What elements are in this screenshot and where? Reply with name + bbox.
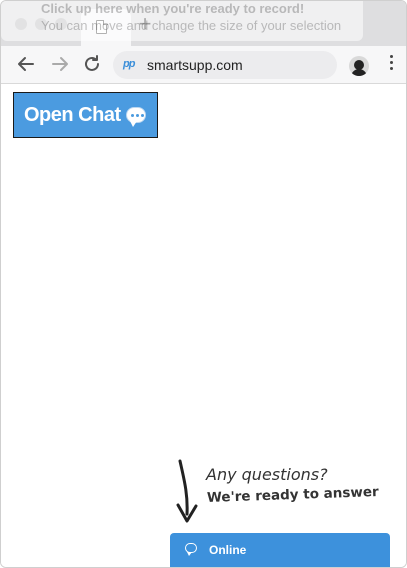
profile-avatar-icon[interactable]: [349, 56, 369, 76]
chat-status-label: Online: [209, 543, 247, 557]
site-favicon-icon: pp: [123, 58, 135, 70]
recorder-banner[interactable]: Click up here when you're ready to recor…: [1, 1, 363, 41]
address-toolbar: pp smartsupp.com: [1, 46, 406, 84]
open-chat-button[interactable]: Open Chat: [13, 92, 158, 138]
browser-window: + Click up here when you're ready to rec…: [0, 0, 407, 568]
speech-bubble-icon: [125, 107, 146, 127]
chat-bubble-icon: [185, 543, 197, 556]
url-text: smartsupp.com: [147, 57, 243, 73]
recorder-banner-subtitle: You can move and change the size of your…: [41, 18, 342, 33]
browser-menu-icon[interactable]: [385, 55, 397, 70]
page-content: Open Chat Any questions? We're ready to …: [1, 85, 406, 567]
recorder-banner-title: Click up here when you're ready to recor…: [41, 1, 305, 16]
curved-arrow-icon: [176, 459, 198, 523]
address-bar[interactable]: pp smartsupp.com: [113, 51, 337, 79]
forward-arrow-icon[interactable]: [49, 53, 71, 75]
back-arrow-icon[interactable]: [15, 53, 37, 75]
open-chat-label: Open Chat: [24, 103, 121, 126]
chat-teaser-title: Any questions?: [206, 465, 328, 484]
reload-icon[interactable]: [81, 53, 103, 75]
chat-teaser-subtitle: We're ready to answer: [206, 484, 379, 506]
chat-widget-bar[interactable]: Online: [170, 533, 390, 567]
